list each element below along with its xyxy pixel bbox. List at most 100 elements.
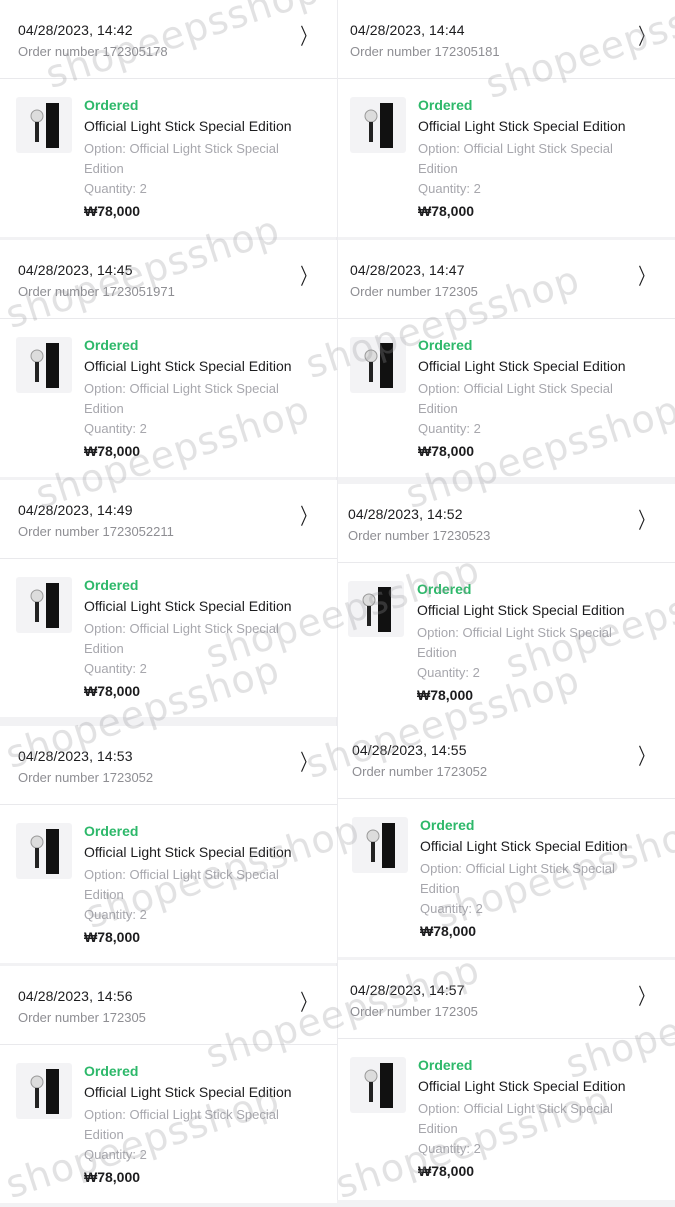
light-stick-icon <box>348 581 404 637</box>
order-card: 04/28/2023, 14:52 Order number 17230523 … <box>338 484 675 721</box>
order-date: 04/28/2023, 14:42 <box>18 22 133 38</box>
product-option: Option: Official Light Stick Special Edi… <box>420 861 615 896</box>
product-price: ₩78,000 <box>84 443 141 459</box>
chevron-right-icon[interactable]: 〉 <box>300 26 315 48</box>
light-stick-icon <box>350 97 406 153</box>
order-card: 04/28/2023, 14:45 Order number 172305197… <box>0 240 337 477</box>
order-card: 04/28/2023, 14:47 Order number 172305 〉 … <box>338 240 675 477</box>
product-title[interactable]: Official Light Stick Special Edition <box>84 844 292 860</box>
light-stick-icon <box>16 337 72 393</box>
product-quantity: Quantity: 2 <box>84 1147 147 1162</box>
product-title[interactable]: Official Light Stick Special Edition <box>84 598 292 614</box>
order-number: Order number 1723052211 <box>18 524 174 539</box>
status-badge: Ordered <box>84 337 139 353</box>
chevron-right-icon[interactable]: 〉 <box>638 26 653 48</box>
order-number: Order number 172305178 <box>18 44 168 59</box>
product-option: Option: Official Light Stick Special Edi… <box>84 1107 279 1142</box>
order-header[interactable]: 04/28/2023, 14:49 Order number 172305221… <box>0 480 337 559</box>
order-header[interactable]: 04/28/2023, 14:42 Order number 172305178… <box>0 0 337 79</box>
order-item[interactable]: Ordered Official Light Stick Special Edi… <box>338 799 675 957</box>
order-card: 04/28/2023, 14:42 Order number 172305178… <box>0 0 337 237</box>
product-price: ₩78,000 <box>418 1163 475 1179</box>
product-option: Option: Official Light Stick Special Edi… <box>418 381 613 416</box>
chevron-right-icon[interactable]: 〉 <box>300 266 315 288</box>
product-title[interactable]: Official Light Stick Special Edition <box>84 358 292 374</box>
product-quantity: Quantity: 2 <box>418 1141 481 1156</box>
light-stick-icon <box>350 337 406 393</box>
order-number: Order number 1723051971 <box>18 284 175 299</box>
order-date: 04/28/2023, 14:56 <box>18 988 133 1004</box>
product-option: Option: Official Light Stick Special Edi… <box>418 141 613 176</box>
light-stick-icon <box>16 823 72 879</box>
order-number: Order number 172305 <box>18 1010 146 1025</box>
order-card: 04/28/2023, 14:56 Order number 172305 〉 … <box>0 966 337 1203</box>
chevron-right-icon[interactable]: 〉 <box>300 752 315 774</box>
light-stick-icon <box>16 1063 72 1119</box>
order-card: 04/28/2023, 14:44 Order number 172305181… <box>338 0 675 237</box>
product-price: ₩78,000 <box>420 923 477 939</box>
product-quantity: Quantity: 2 <box>84 181 147 196</box>
light-stick-icon <box>352 817 408 873</box>
product-price: ₩78,000 <box>417 687 474 703</box>
chevron-right-icon[interactable]: 〉 <box>300 506 315 528</box>
product-title[interactable]: Official Light Stick Special Edition <box>418 118 626 134</box>
chevron-right-icon[interactable]: 〉 <box>300 992 315 1014</box>
product-option: Option: Official Light Stick Special Edi… <box>84 621 279 656</box>
order-item[interactable]: Ordered Official Light Stick Special Edi… <box>0 79 337 237</box>
order-item[interactable]: Ordered Official Light Stick Special Edi… <box>0 805 337 963</box>
product-title[interactable]: Official Light Stick Special Edition <box>420 838 628 854</box>
product-quantity: Quantity: 2 <box>84 661 147 676</box>
order-date: 04/28/2023, 14:47 <box>350 262 465 278</box>
chevron-right-icon[interactable]: 〉 <box>638 266 653 288</box>
order-number: Order number 172305 <box>350 1004 478 1019</box>
product-title[interactable]: Official Light Stick Special Edition <box>84 118 292 134</box>
order-date: 04/28/2023, 14:49 <box>18 502 133 518</box>
order-item[interactable]: Ordered Official Light Stick Special Edi… <box>0 319 337 477</box>
order-number: Order number 172305181 <box>350 44 500 59</box>
order-header[interactable]: 04/28/2023, 14:47 Order number 172305 〉 <box>338 240 675 319</box>
order-header[interactable]: 04/28/2023, 14:52 Order number 17230523 … <box>338 484 675 563</box>
order-number: Order number 17230523 <box>348 528 491 543</box>
order-header[interactable]: 04/28/2023, 14:53 Order number 1723052 〉 <box>0 726 337 805</box>
product-quantity: Quantity: 2 <box>420 901 483 916</box>
status-badge: Ordered <box>418 337 473 353</box>
product-quantity: Quantity: 2 <box>84 421 147 436</box>
order-header[interactable]: 04/28/2023, 14:45 Order number 172305197… <box>0 240 337 319</box>
product-option: Option: Official Light Stick Special Edi… <box>84 381 279 416</box>
product-option: Option: Official Light Stick Special Edi… <box>84 867 279 902</box>
product-price: ₩78,000 <box>84 683 141 699</box>
order-item[interactable]: Ordered Official Light Stick Special Edi… <box>338 1039 675 1197</box>
order-item[interactable]: Ordered Official Light Stick Special Edi… <box>338 79 675 237</box>
status-badge: Ordered <box>84 823 139 839</box>
order-header[interactable]: 04/28/2023, 14:55 Order number 1723052 〉 <box>338 720 675 799</box>
order-date: 04/28/2023, 14:57 <box>350 982 465 998</box>
product-price: ₩78,000 <box>84 1169 141 1185</box>
order-item[interactable]: Ordered Official Light Stick Special Edi… <box>338 319 675 477</box>
order-item[interactable]: Ordered Official Light Stick Special Edi… <box>0 559 337 717</box>
chevron-right-icon[interactable]: 〉 <box>638 510 653 532</box>
chevron-right-icon[interactable]: 〉 <box>638 986 653 1008</box>
order-item[interactable]: Ordered Official Light Stick Special Edi… <box>338 563 675 721</box>
order-item[interactable]: Ordered Official Light Stick Special Edi… <box>0 1045 337 1203</box>
status-badge: Ordered <box>418 97 473 113</box>
status-badge: Ordered <box>84 1063 139 1079</box>
light-stick-icon <box>16 577 72 633</box>
order-number: Order number 172305 <box>350 284 478 299</box>
product-price: ₩78,000 <box>84 929 141 945</box>
product-quantity: Quantity: 2 <box>418 421 481 436</box>
order-number: Order number 1723052 <box>352 764 488 779</box>
product-title[interactable]: Official Light Stick Special Edition <box>418 358 626 374</box>
order-date: 04/28/2023, 14:45 <box>18 262 133 278</box>
product-title[interactable]: Official Light Stick Special Edition <box>84 1084 292 1100</box>
product-option: Option: Official Light Stick Special Edi… <box>84 141 279 176</box>
order-header[interactable]: 04/28/2023, 14:56 Order number 172305 〉 <box>0 966 337 1045</box>
order-header[interactable]: 04/28/2023, 14:44 Order number 172305181… <box>338 0 675 79</box>
product-title[interactable]: Official Light Stick Special Edition <box>418 1078 626 1094</box>
product-title[interactable]: Official Light Stick Special Edition <box>417 602 625 618</box>
product-price: ₩78,000 <box>84 203 141 219</box>
order-header[interactable]: 04/28/2023, 14:57 Order number 172305 〉 <box>338 960 675 1039</box>
order-number: Order number 1723052 <box>18 770 154 785</box>
chevron-right-icon[interactable]: 〉 <box>638 746 653 768</box>
order-date: 04/28/2023, 14:53 <box>18 748 133 764</box>
status-badge: Ordered <box>418 1057 473 1073</box>
